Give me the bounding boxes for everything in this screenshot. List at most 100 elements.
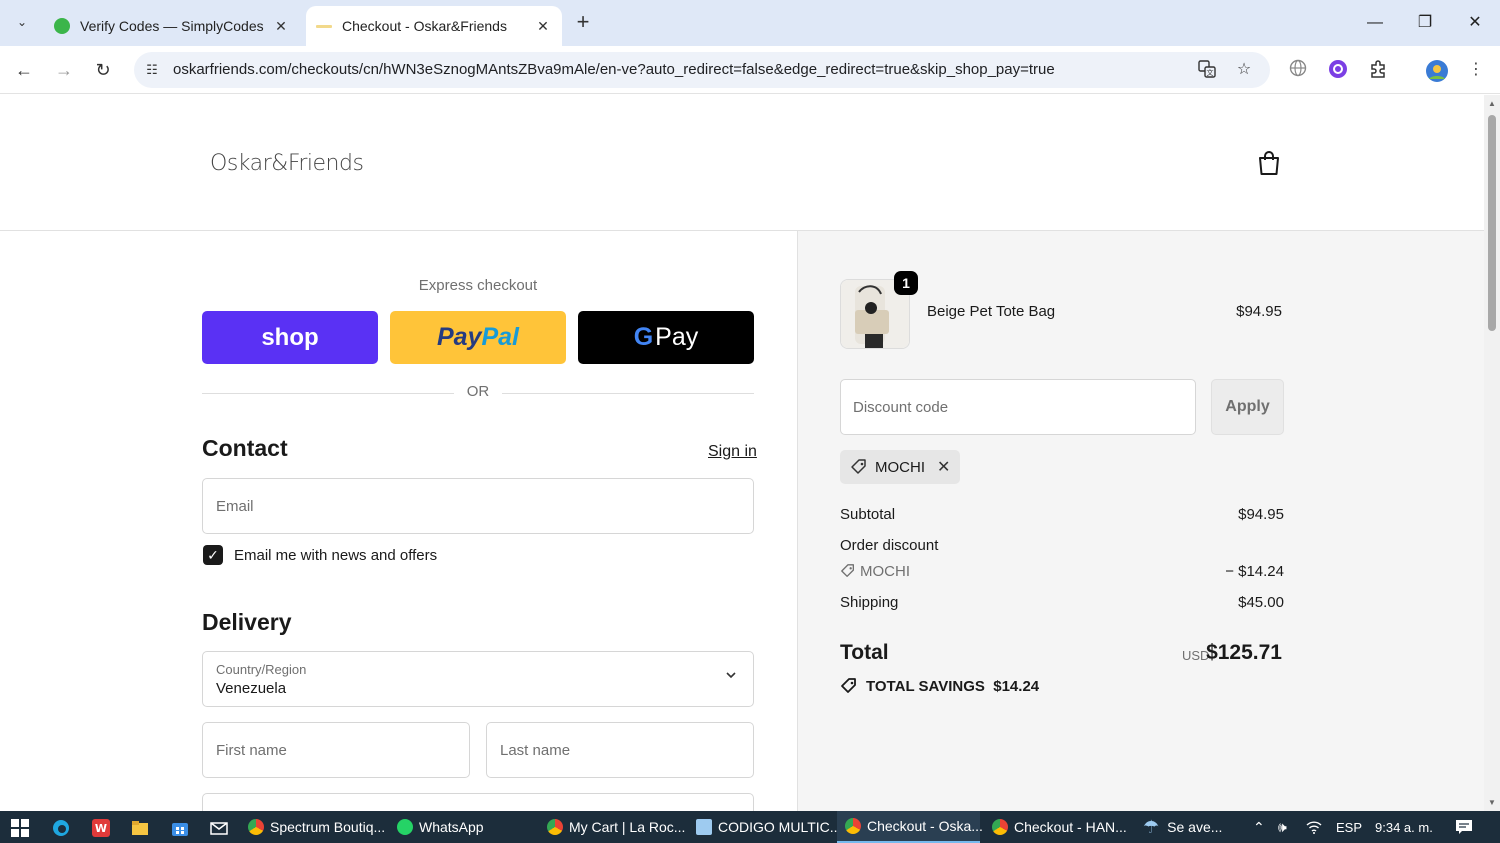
minimize-icon[interactable]: — [1350,8,1400,38]
address-bar[interactable]: ☷ oskarfriends.com/checkouts/cn/hWN3eSzn… [134,52,1270,88]
google-g-icon: G [633,323,654,351]
shipping-row: Shipping $45.00 [840,594,1284,611]
total-value: $125.71 [1206,641,1282,664]
product-name: Beige Pet Tote Bag [927,303,1056,320]
globe-extension-icon[interactable] [1287,59,1309,81]
url-text[interactable]: oskarfriends.com/checkouts/cn/hWN3eSznog… [173,61,1055,78]
taskbar-item-label: CODIGO MULTIC... [718,819,842,835]
paypal-button[interactable]: Pay Pal [390,311,566,364]
google-pay-label: Pay [655,323,699,351]
order-discount-value: − $14.24 [1225,563,1284,580]
news-offers-checkbox[interactable]: ✓ [203,545,223,565]
file-explorer-icon[interactable] [131,819,149,837]
last-name-field[interactable]: Last name [486,722,754,778]
profile-avatar[interactable] [1425,59,1448,82]
scroll-down-icon[interactable]: ▼ [1488,798,1496,807]
taskbar-item[interactable]: Spectrum Boutiq... [248,811,388,843]
email-field[interactable]: Email [202,478,754,534]
mail-icon[interactable] [210,819,228,837]
shipping-label: Shipping [840,594,899,611]
bookmark-star-icon[interactable]: ☆ [1234,60,1254,80]
apply-discount-button[interactable]: Apply [1211,379,1284,435]
edge-icon[interactable] [52,819,70,837]
news-offers-label[interactable]: Email me with news and offers [234,547,437,564]
chrome-icon [248,819,264,835]
svg-text:文: 文 [1207,68,1214,77]
wifi-icon[interactable] [1306,811,1322,843]
new-tab-icon[interactable]: + [570,10,596,36]
discount-code-input[interactable]: Discount code [840,379,1196,435]
store-icon[interactable] [171,819,189,837]
total-savings: TOTAL SAVINGS $14.24 [840,677,1039,695]
notifications-icon[interactable] [1455,811,1473,843]
express-checkout-label: Express checkout [418,277,538,294]
savings-tag-icon [841,678,856,693]
close-tab-icon[interactable]: ✕ [270,18,292,35]
tag-icon [841,564,854,577]
shop-pay-button[interactable]: shop [202,311,378,364]
tab-title: Verify Codes — SimplyCodes [80,18,264,34]
extension-purple-icon[interactable] [1327,59,1349,81]
weather-widget[interactable]: ☂ Se ave... [1143,811,1243,843]
clock[interactable]: 9:34 a. m. [1375,811,1433,843]
tab-search-icon[interactable]: ⌄ [8,8,36,36]
store-header: Oskar&Friends [0,95,1484,231]
subtotal-value: $94.95 [1238,506,1284,523]
scroll-up-icon[interactable]: ▲ [1488,99,1496,108]
taskbar-item-label: WhatsApp [419,819,484,835]
reload-icon[interactable]: ↻ [89,56,117,84]
site-info-icon[interactable]: ☷ [142,60,162,80]
shop-pay-label: shop [261,323,319,351]
extensions-puzzle-icon[interactable] [1367,59,1389,81]
back-icon[interactable]: ← [10,56,38,84]
chevron-down-icon [725,668,737,684]
tag-icon [851,459,866,474]
cart-bag-icon[interactable] [1257,150,1281,176]
shipping-value: $45.00 [1238,594,1284,611]
language-indicator[interactable]: ESP [1336,811,1362,843]
tab-checkout[interactable]: Checkout - Oskar&Friends ✕ [306,6,562,46]
applied-discount-chip: MOCHI ✕ [840,450,960,484]
page-scrollbar[interactable]: ▲ ▼ [1484,95,1500,811]
restore-icon[interactable]: ❐ [1400,8,1450,38]
whatsapp-icon [397,819,413,835]
subtotal-label: Subtotal [840,506,896,523]
weather-rain-icon: ☂ [1143,816,1160,837]
address-field[interactable] [202,793,754,811]
first-name-field[interactable]: First name [202,722,470,778]
windows-start-icon[interactable] [11,819,29,837]
browser-toolbar: ← → ↻ ☷ oskarfriends.com/checkouts/cn/hW… [0,46,1500,94]
country-value: Venezuela [216,680,287,697]
forward-icon[interactable]: → [50,56,78,84]
taskbar-item[interactable]: My Cart | La Roc... [547,811,687,843]
order-discount-row: Order discount [840,537,1284,554]
remove-discount-icon[interactable]: ✕ [937,457,950,477]
translate-icon[interactable]: 文 [1197,60,1217,80]
order-discount-detail: MOCHI − $14.24 [840,563,1284,580]
close-window-icon[interactable]: ✕ [1450,8,1500,38]
close-tab-icon[interactable]: ✕ [532,18,554,35]
taskbar-item[interactable]: WhatsApp [397,811,537,843]
total-label: Total [840,641,889,664]
tab-simplycodes[interactable]: Verify Codes — SimplyCodes ✕ [44,6,300,46]
oskar-favicon-icon [316,24,332,28]
subtotal-row: Subtotal $94.95 [840,506,1284,523]
store-logo[interactable]: Oskar&Friends [210,151,364,176]
email-placeholder: Email [216,498,254,515]
office-icon[interactable]: W [92,819,110,837]
order-discount-code: MOCHI [860,563,910,580]
country-select[interactable]: Country/Region Venezuela [202,651,754,707]
browser-menu-icon[interactable]: ⋮ [1465,59,1487,81]
google-pay-button[interactable]: G Pay [578,311,754,364]
tray-chevron-icon[interactable]: ⌃ [1253,811,1265,843]
taskbar-item[interactable]: Checkout - HAN... [992,811,1132,843]
discount-placeholder: Discount code [853,399,949,416]
quantity-badge: 1 [894,271,918,295]
volume-icon[interactable]: 🕪 [1278,811,1287,843]
scroll-thumb[interactable] [1488,115,1496,331]
applied-code-label: MOCHI [875,458,925,476]
taskbar-item[interactable]: CODIGO MULTIC... [696,811,841,843]
sign-in-link[interactable]: Sign in [708,443,757,461]
taskbar-item-active[interactable]: Checkout - Oska... [837,811,983,843]
taskbar-item-label: Spectrum Boutiq... [270,819,386,835]
